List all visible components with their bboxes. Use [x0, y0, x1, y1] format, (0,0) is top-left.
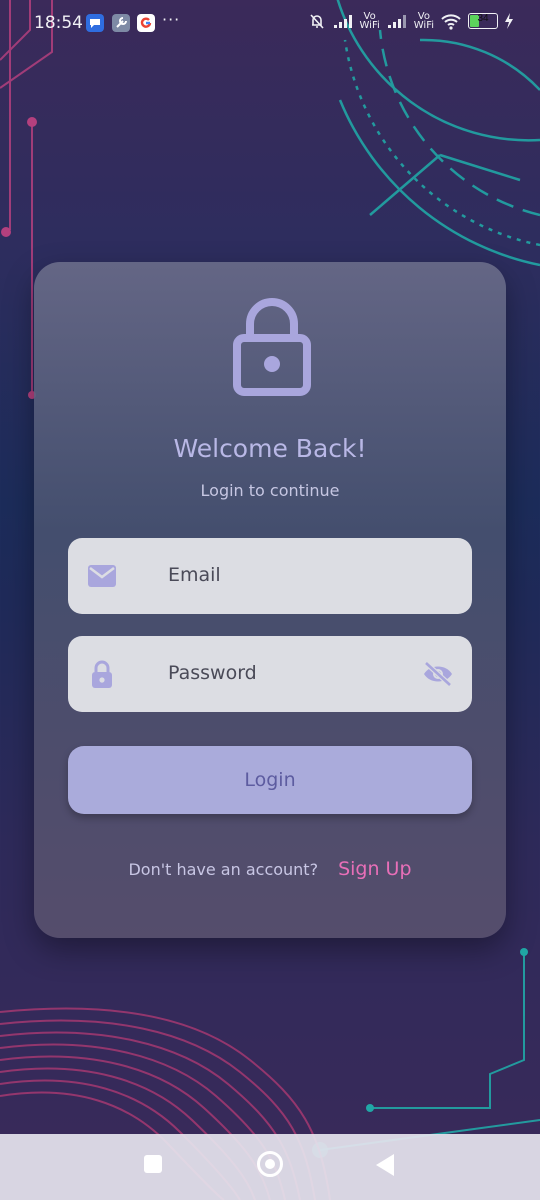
recent-apps-button[interactable] — [144, 1155, 162, 1173]
login-subtitle: Login to continue — [200, 481, 340, 500]
status-right: Vo WiFi Vo WiFi 34 — [308, 11, 515, 31]
password-lock-icon — [92, 660, 112, 688]
signup-row: Don't have an account? Sign Up — [34, 858, 506, 880]
login-card: Welcome Back! Login to continue Email Pa… — [34, 262, 506, 938]
google-app-icon — [137, 14, 155, 32]
back-button[interactable] — [376, 1154, 394, 1176]
status-bar: 18:54 ··· Vo WiFi Vo WiFi 34 — [0, 0, 540, 48]
vowifi-label-1: Vo WiFi — [359, 11, 380, 31]
signal-icon-2 — [387, 15, 406, 28]
password-field[interactable]: Password — [68, 636, 472, 712]
home-button[interactable] — [257, 1151, 283, 1177]
signal-icon — [333, 15, 352, 28]
wrench-app-icon — [112, 14, 130, 32]
mail-icon — [88, 565, 116, 587]
more-notifications-icon: ··· — [162, 10, 181, 29]
charging-icon — [505, 13, 513, 29]
status-time: 18:54 — [34, 13, 83, 33]
battery-level: 34 — [477, 13, 489, 24]
password-placeholder: Password — [168, 662, 257, 684]
no-account-text: Don't have an account? — [128, 860, 319, 879]
eye-off-icon[interactable] — [422, 660, 454, 688]
vowifi-label-2: Vo WiFi — [413, 11, 434, 31]
navigation-bar — [0, 1134, 540, 1200]
battery-icon: 34 — [468, 13, 498, 29]
welcome-title: Welcome Back! — [173, 434, 367, 463]
mute-bell-icon — [309, 14, 324, 29]
email-placeholder: Email — [168, 564, 221, 586]
login-button[interactable]: Login — [68, 746, 472, 814]
email-field[interactable]: Email — [68, 538, 472, 614]
lock-icon — [233, 298, 311, 396]
messages-app-icon — [86, 14, 104, 32]
signup-link[interactable]: Sign Up — [338, 858, 411, 880]
wifi-icon — [441, 14, 461, 30]
